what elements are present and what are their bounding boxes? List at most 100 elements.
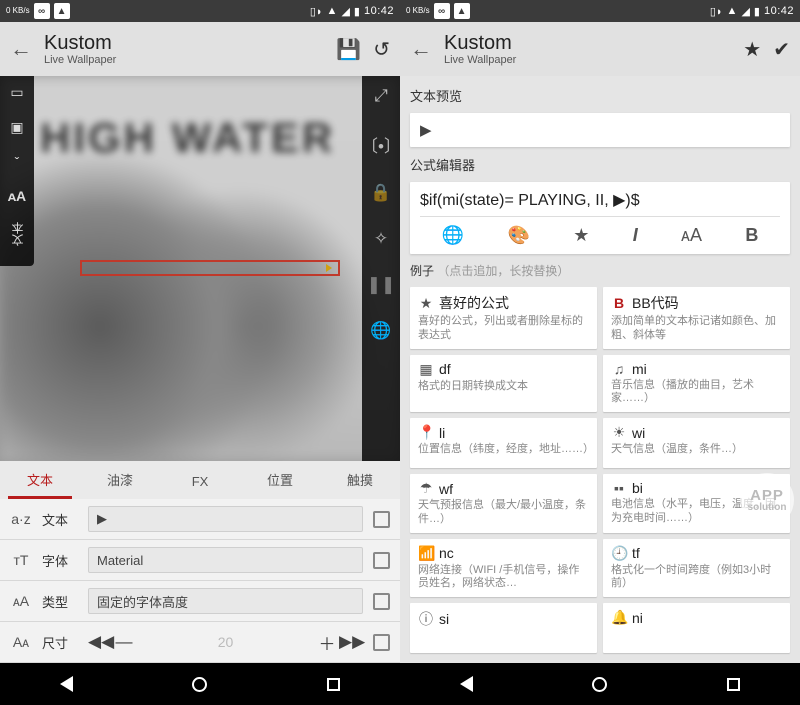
status-bar: 0 KB/s ∞ ▲ ▯◗ ▲ ◢ ▮ 10:42 (400, 0, 800, 22)
card-desc: 天气信息（温度，条件…） (611, 443, 782, 457)
text-preview-box[interactable]: ▶ (410, 113, 790, 147)
fontsize-icon[interactable]: ᴀA (681, 225, 702, 246)
card-bi[interactable]: ▪▪bi 电池信息（水平，电压，温度，因为充电时间……） (603, 474, 790, 533)
card-li[interactable]: 📍 li 位置信息（纬度，经度，地址……） (410, 418, 597, 468)
history-icon[interactable]: ↺ (373, 37, 390, 62)
wifi-icon: ▲ (327, 5, 338, 17)
size-increment[interactable]: ＋ (315, 630, 339, 655)
card-ni[interactable]: 🔔ni (603, 603, 790, 653)
font-row-check[interactable] (373, 552, 390, 569)
card-tf[interactable]: 🕘tf 格式化一个时间跨度（例如3小时前） (603, 539, 790, 598)
row-type[interactable]: ᴀA 类型 固定的字体高度 (0, 581, 400, 622)
card-mi[interactable]: ♫ mi 音乐信息（播放的曲目，艺术家……） (603, 355, 790, 413)
size-stepper: ◀◀ — 20 ＋ ▶▶ (88, 630, 363, 655)
layers-off-icon[interactable]: ✧ (374, 229, 388, 249)
globe-icon[interactable]: 🌐 (442, 225, 464, 246)
bold-icon[interactable]: B (745, 225, 758, 246)
size-decrement[interactable]: — (112, 632, 136, 652)
card-title: BB代码 (632, 293, 679, 313)
nav-back[interactable] (460, 676, 473, 692)
star-icon[interactable]: ★ (573, 225, 589, 246)
music-icon: ♫ (611, 361, 627, 377)
italic-icon[interactable]: I (633, 225, 638, 246)
card-df[interactable]: ▦df 格式的日期转换成文本 (410, 355, 597, 413)
battery-icon: ▮ (754, 5, 760, 18)
card-title: nc (439, 545, 454, 561)
card-bbcode[interactable]: BBB代码 添加简单的文本标记诸如颜色、加粗、斜体等 (603, 287, 790, 349)
font-row-value[interactable]: Material (88, 547, 363, 573)
confirm-icon[interactable]: ✔ (773, 37, 790, 62)
card-wi[interactable]: ☀wi 天气信息（温度，条件…） (603, 418, 790, 468)
card-nc[interactable]: 📶nc 网络连接（WIFI /手机信号，操作员姓名，网络状态… (410, 539, 597, 598)
back-button[interactable]: ← (410, 36, 432, 62)
calendar-icon: ▦ (418, 361, 434, 378)
tab-fx[interactable]: FX (160, 474, 240, 499)
weather-icon: ☀ (611, 424, 627, 441)
size-fast-fwd[interactable]: ▶▶ (339, 632, 363, 652)
caret-icon[interactable]: ˇ (15, 154, 20, 170)
card-desc: 喜好的公式，列出或者删除星标的表达式 (418, 315, 589, 343)
text-row-value[interactable]: ▶ (88, 506, 363, 532)
tab-position[interactable]: 位置 (240, 470, 320, 499)
row-text[interactable]: a·z 文本 ▶ (0, 499, 400, 540)
nav-back[interactable] (60, 676, 73, 692)
text-row-check[interactable] (373, 511, 390, 528)
formula-toolbar: 🌐 🎨 ★ I ᴀA B (420, 217, 780, 248)
left-toolbar: ▭ ▣ ˇ ᴀA 文本 (0, 76, 34, 266)
lock-icon[interactable]: 🔒 (370, 183, 391, 203)
nav-recents[interactable] (327, 678, 340, 691)
card-favorite[interactable]: ★喜好的公式 喜好的公式，列出或者删除星标的表达式 (410, 287, 597, 349)
type-row-icon: ᴀA (10, 593, 32, 609)
panel-icon[interactable]: ▭ (10, 84, 23, 101)
size-row-icon: Aᴀ (10, 634, 32, 650)
palette-icon[interactable]: 🎨 (507, 225, 529, 246)
card-title: mi (632, 361, 647, 377)
size-fast-back[interactable]: ◀◀ (88, 632, 112, 652)
nav-home[interactable] (192, 677, 207, 692)
card-desc: 音乐信息（播放的曲目，艺术家……） (611, 379, 782, 407)
inbox-icon[interactable]: ▣ (10, 119, 23, 136)
editor-body: 文本预览 ▶ 公式编辑器 $if(mi(state)= PLAYING, II,… (400, 76, 800, 663)
back-button[interactable]: ← (10, 36, 32, 62)
signal-icon: 📶 (418, 545, 434, 562)
tab-touch[interactable]: 触摸 (320, 470, 400, 499)
type-row-check[interactable] (373, 593, 390, 610)
wifi-icon: ▲ (727, 5, 738, 17)
expand-icon[interactable]: ⤢ (374, 86, 388, 106)
clock: 10:42 (764, 5, 794, 17)
globe-icon[interactable]: 🌐 (370, 321, 391, 341)
focus-icon[interactable]: 〔•〕 (361, 132, 400, 157)
card-si[interactable]: ⓘsi (410, 603, 597, 653)
title-block: Kustom Live Wallpaper (44, 32, 116, 66)
card-desc: 添加简单的文本标记诸如颜色、加粗、斜体等 (611, 315, 782, 343)
wallpaper-preview[interactable]: HIGH WATER ▭ ▣ ˇ ᴀA 文本 ⤢ 〔•〕 🔒 ✧ ❚❚ 🌐 (0, 76, 400, 461)
type-row-value[interactable]: 固定的字体高度 (88, 588, 363, 614)
size-row-check[interactable] (373, 634, 390, 651)
nav-recents[interactable] (727, 678, 740, 691)
netspeed: 0 KB/s (6, 7, 30, 15)
card-title: li (439, 425, 445, 441)
clock: 10:42 (364, 5, 394, 17)
tab-text[interactable]: 文本 (0, 470, 80, 499)
selected-element-outline[interactable] (80, 260, 340, 276)
card-wf[interactable]: ☂wf 天气预报信息（最大/最小温度，条件…） (410, 474, 597, 533)
app-subtitle: Live Wallpaper (444, 54, 516, 66)
pause-icon[interactable]: ❚❚ (367, 275, 396, 295)
favorite-icon[interactable]: ★ (743, 37, 761, 62)
save-icon[interactable]: 💾 (336, 37, 361, 62)
formula-input[interactable]: $if(mi(state)= PLAYING, II, ▶)$ (420, 190, 780, 217)
nav-home[interactable] (592, 677, 607, 692)
card-title: si (439, 611, 449, 627)
app-title: Kustom (44, 32, 116, 54)
text-item-icon[interactable]: ᴀA (8, 188, 26, 204)
phone-left: 0 KB/s ∞ ▲ ▯◗ ▲ ◢ ▮ 10:42 ← Kustom Live … (0, 0, 400, 705)
size-value[interactable]: 20 (136, 634, 315, 650)
font-row-label: 字体 (42, 551, 78, 570)
card-desc: 位置信息（纬度，经度，地址……） (418, 443, 589, 457)
row-size[interactable]: Aᴀ 尺寸 ◀◀ — 20 ＋ ▶▶ (0, 622, 400, 663)
bell-icon: 🔔 (611, 609, 627, 626)
row-font[interactable]: тT 字体 Material (0, 540, 400, 581)
examples-hint: （点击追加，长按替换） (437, 264, 569, 278)
location-icon: 📍 (418, 424, 434, 441)
tab-paint[interactable]: 油漆 (80, 470, 160, 499)
